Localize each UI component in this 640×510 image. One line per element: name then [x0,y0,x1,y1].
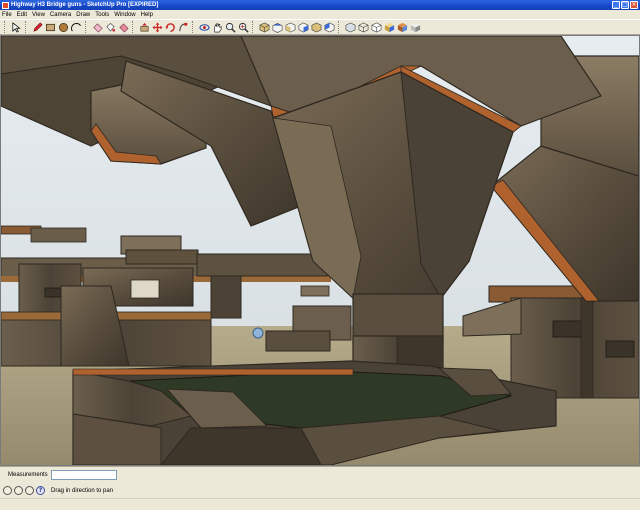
maximize-button[interactable]: □ [621,1,629,9]
monochrome-icon[interactable] [409,21,421,33]
toolbar-grip[interactable] [192,21,195,33]
menu-camera[interactable]: Camera [50,12,71,18]
geo-location-icon[interactable] [3,486,12,495]
front-view-icon[interactable] [284,21,296,33]
rotate-icon[interactable] [164,21,176,33]
sketchup-window: Highway H3 Bridge guns - SketchUp Pro [E… [0,0,640,510]
toolbar-grip[interactable] [252,21,255,33]
zoom-extents-icon[interactable] [237,21,249,33]
hidden-line-icon[interactable] [370,21,382,33]
title-bar[interactable]: Highway H3 Bridge guns - SketchUp Pro [E… [0,0,640,10]
window-title: Highway H3 Bridge guns - SketchUp Pro [E… [11,2,159,8]
help-icon[interactable]: ? [36,486,45,495]
menu-window[interactable]: Window [114,12,135,18]
menu-file[interactable]: File [2,12,12,18]
arc-icon[interactable] [70,21,82,33]
follow-me-icon[interactable] [177,21,189,33]
eraser-icon[interactable] [91,21,103,33]
status-bar: ? Drag in direction to pan [0,483,640,498]
window-bottom-edge [0,498,640,510]
main-toolbar [0,19,640,35]
push-pull-icon[interactable] [138,21,150,33]
menu-draw[interactable]: Draw [76,12,90,18]
close-button[interactable]: × [630,1,638,9]
menu-edit[interactable]: Edit [17,12,27,18]
credits-icon[interactable] [14,486,23,495]
paint-bucket-icon[interactable] [104,21,116,33]
eraser-alt-icon[interactable] [117,21,129,33]
menu-view[interactable]: View [32,12,45,18]
menu-tools[interactable]: Tools [95,12,109,18]
toolbar-grip[interactable] [132,21,135,33]
shaded-icon[interactable] [383,21,395,33]
back-view-icon[interactable] [310,21,322,33]
toolbar-grip[interactable] [338,21,341,33]
toolbar-grip[interactable] [4,21,7,33]
right-view-icon[interactable] [297,21,309,33]
user-icon[interactable] [25,486,34,495]
measurements-bar: Measurements [0,466,640,483]
zoom-icon[interactable] [224,21,236,33]
minimize-button[interactable]: _ [612,1,620,9]
orbit-icon[interactable] [198,21,210,33]
measurements-label: Measurements [8,472,48,478]
bridge-guns-3d-model [1,36,639,465]
toolbar-grip[interactable] [25,21,28,33]
sketchup-app-icon [2,1,9,9]
measurements-input[interactable] [50,470,117,480]
window-controls: _ □ × [612,1,638,9]
rectangle-icon[interactable] [44,21,56,33]
iso-view-icon[interactable] [258,21,270,33]
wireframe-icon[interactable] [357,21,369,33]
toolbar-grip[interactable] [85,21,88,33]
menu-help[interactable]: Help [141,12,153,18]
xray-icon[interactable] [344,21,356,33]
textured-icon[interactable] [396,21,408,33]
pan-hand-icon[interactable] [211,21,223,33]
circle-icon[interactable] [57,21,69,33]
top-view-icon[interactable] [271,21,283,33]
menu-bar: File Edit View Camera Draw Tools Window … [0,10,640,19]
status-hint: Drag in direction to pan [51,487,114,494]
move-icon[interactable] [151,21,163,33]
pencil-icon[interactable] [31,21,43,33]
select-arrow-icon[interactable] [10,21,22,33]
drawing-viewport[interactable] [0,35,640,466]
left-view-icon[interactable] [323,21,335,33]
